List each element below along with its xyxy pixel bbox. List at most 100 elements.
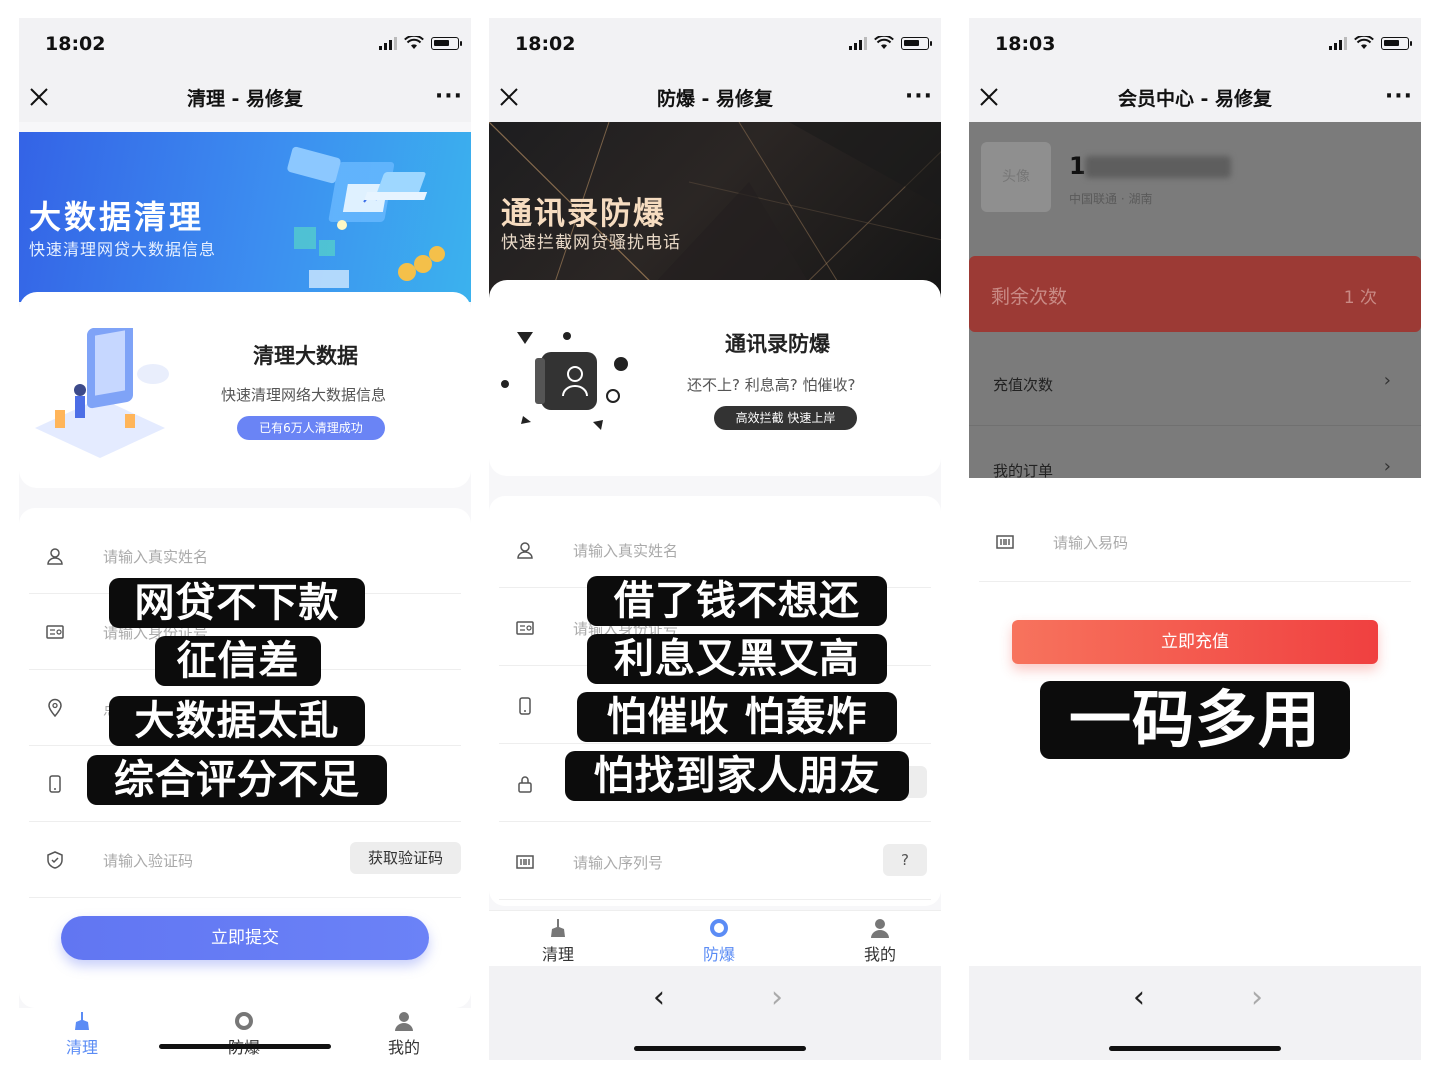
tab-label: 我的 xyxy=(387,1038,420,1057)
tab-label: 清理 xyxy=(65,1038,98,1057)
user-icon xyxy=(517,542,533,559)
home-indicator xyxy=(159,1044,331,1049)
banner-subtitle: 快速清理网贷大数据信息 xyxy=(29,240,217,259)
caption-2: 利息又黑又高 xyxy=(587,634,887,684)
caption-4: 综合评分不足 xyxy=(87,755,387,805)
menu-my-orders[interactable]: 我的订单 › xyxy=(969,426,1421,478)
serial-number-input[interactable]: 请输入序列号 xyxy=(573,852,663,873)
submit-button[interactable]: 立即提交 xyxy=(61,916,429,960)
phone-screen-protect: 18:02 防爆 - 易修复 ··· 通讯录防爆 快速拦截网贷骚扰电话 通讯录防… xyxy=(489,18,941,1060)
menu-label: 充值次数 xyxy=(993,376,1054,394)
menu-recharge-count[interactable]: 充值次数 › xyxy=(969,340,1421,426)
name-input[interactable]: 请输入真实姓名 xyxy=(103,546,208,567)
redacted-number xyxy=(1085,156,1231,178)
tab-profile[interactable]: 我的 xyxy=(359,1008,449,1058)
form-row-code[interactable]: 请输入验证码 获取验证码 xyxy=(29,822,461,898)
chevron-right-icon: › xyxy=(1383,370,1391,391)
form-row-serial[interactable]: 请输入序列号 ? xyxy=(499,824,931,900)
tab-label: 清理 xyxy=(541,945,574,964)
hero-banner: 通讯录防爆 快速拦截网贷骚扰电话 xyxy=(489,122,941,300)
card-description: 还不上? 利息高? 怕催收? xyxy=(687,376,856,394)
banner-subtitle: 快速拦截网贷骚扰电话 xyxy=(501,233,681,253)
user-number: 1 xyxy=(1069,152,1086,180)
feature-card: 清理大数据 快速清理网络大数据信息 已有6万人清理成功 xyxy=(19,292,471,488)
users-badge: 已有6万人清理成功 xyxy=(237,416,385,440)
recharge-button[interactable]: 立即充值 xyxy=(1012,620,1378,664)
tab-label: 我的 xyxy=(863,945,896,964)
back-icon[interactable]: ‹ xyxy=(653,980,665,1015)
tab-label: 防爆 xyxy=(702,945,735,964)
forward-icon[interactable]: › xyxy=(771,980,783,1015)
battery-icon xyxy=(1381,36,1412,50)
more-icon[interactable]: ··· xyxy=(1385,84,1413,109)
get-code-button[interactable]: 获取验证码 xyxy=(349,842,461,874)
verification-code-input[interactable]: 请输入验证码 xyxy=(103,850,193,871)
person-icon xyxy=(871,919,889,938)
browser-toolbar: ‹ › xyxy=(969,966,1421,1060)
caption-2: 征信差 xyxy=(155,636,321,686)
help-button[interactable]: ? xyxy=(883,844,927,876)
lock-icon xyxy=(518,776,532,793)
banner-title: 大数据清理 xyxy=(29,198,205,236)
phone-screen-clean: 18:02 清理 - 易修复 ··· 大数据清理 快速清理网贷大数据信息 清理大… xyxy=(19,18,471,1060)
id-card-icon xyxy=(46,625,64,639)
caption-1: 网贷不下款 xyxy=(109,578,365,628)
forward-icon[interactable]: › xyxy=(1251,980,1263,1015)
broom-icon xyxy=(551,919,565,937)
tab-bar: 清理 防爆 我的 xyxy=(19,1008,471,1060)
remaining-value: 1 次 xyxy=(1343,288,1377,308)
menu-label: 我的订单 xyxy=(993,462,1054,478)
shield-coin-icon xyxy=(710,919,728,937)
phone-screen-member: 18:03 会员中心 - 易修复 ··· 头像 1 中国联通 · 湖南 剩余次数… xyxy=(969,18,1421,1060)
back-icon[interactable]: ‹ xyxy=(1133,980,1145,1015)
home-indicator xyxy=(634,1046,806,1051)
battery-icon xyxy=(431,36,462,50)
wifi-icon xyxy=(874,36,894,49)
wifi-icon xyxy=(404,36,424,49)
contacts-illustration xyxy=(501,332,628,430)
page-title: 防爆 - 易修复 xyxy=(656,88,774,110)
caption-1: 一码多用 xyxy=(1040,681,1350,759)
broom-icon xyxy=(75,1012,89,1030)
signal-icon xyxy=(1329,36,1347,50)
home-indicator xyxy=(1109,1046,1281,1051)
battery-icon xyxy=(901,36,932,50)
status-time: 18:02 xyxy=(515,33,576,55)
shield-coin-icon xyxy=(235,1012,253,1030)
avatar: 头像 xyxy=(981,142,1051,212)
feature-card: 通讯录防爆 还不上? 利息高? 怕催收? 高效拦截 快速上岸 xyxy=(489,280,941,476)
caption-1: 借了钱不想还 xyxy=(587,576,887,626)
caption-3: 怕催收 怕轰炸 xyxy=(577,692,897,742)
person-icon xyxy=(395,1012,413,1031)
hero-banner: 大数据清理 快速清理网贷大数据信息 xyxy=(19,132,471,302)
user-icon xyxy=(47,548,63,565)
card-title: 清理大数据 xyxy=(253,344,358,368)
caption-3: 大数据太乱 xyxy=(109,696,365,746)
tab-protect[interactable]: 防爆 xyxy=(199,1008,289,1058)
tab-protect[interactable]: 防爆 xyxy=(674,915,764,965)
caption-4: 怕找到家人朋友 xyxy=(565,751,909,801)
signal-icon xyxy=(379,36,397,50)
barcode-icon xyxy=(516,855,534,869)
nav-bar: 清理 - 易修复 ··· xyxy=(19,72,471,122)
more-icon[interactable]: ··· xyxy=(905,84,933,109)
feature-badge: 高效拦截 快速上岸 xyxy=(714,406,857,430)
member-overlay: 头像 1 中国联通 · 湖南 剩余次数 1 次 充值次数 › 我的订单 › xyxy=(969,122,1421,478)
status-bar: 18:02 xyxy=(489,18,941,72)
card-description: 快速清理网络大数据信息 xyxy=(221,386,387,404)
nav-bar: 会员中心 - 易修复 ··· xyxy=(969,72,1421,122)
banner-title: 通讯录防爆 xyxy=(501,196,666,232)
tab-profile[interactable]: 我的 xyxy=(835,915,925,965)
page-title: 清理 - 易修复 xyxy=(186,88,304,110)
nav-bar: 防爆 - 易修复 ··· xyxy=(489,72,941,122)
tab-clean[interactable]: 清理 xyxy=(37,1008,127,1058)
tab-clean[interactable]: 清理 xyxy=(513,915,603,965)
status-bar: 18:03 xyxy=(969,18,1421,72)
remaining-label: 剩余次数 xyxy=(991,286,1068,308)
code-input[interactable]: 请输入易码 xyxy=(1053,532,1128,553)
signal-icon xyxy=(849,36,867,50)
more-icon[interactable]: ··· xyxy=(435,84,463,109)
form-row-code[interactable]: 请输入易码 xyxy=(979,504,1411,582)
name-input[interactable]: 请输入真实姓名 xyxy=(573,540,678,561)
status-time: 18:02 xyxy=(45,33,106,55)
